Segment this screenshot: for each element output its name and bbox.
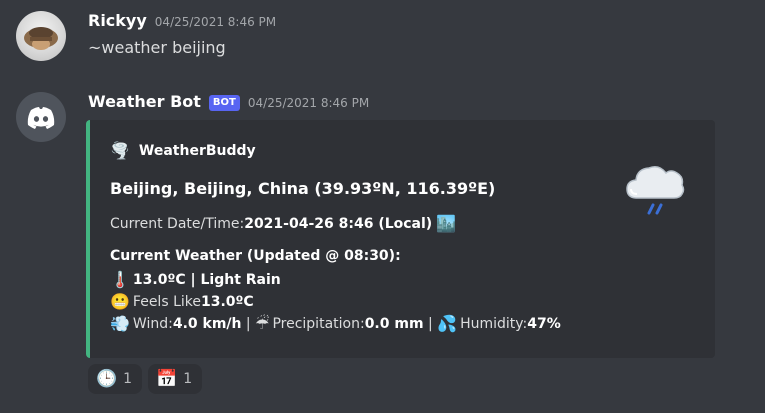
user-avatar-image xyxy=(24,27,58,50)
tornado-icon: 🌪️ xyxy=(110,141,130,160)
droplets-icon: 💦 xyxy=(437,314,458,333)
reaction-clock[interactable]: 🕒 1 xyxy=(88,364,143,394)
message-header: Rickyy 04/25/2021 8:46 PM xyxy=(88,11,276,30)
conditions-line: 💨 Wind: 4.0 km/h | ☔ Precipitation: 0.0 … xyxy=(110,314,561,333)
feels-like-line: 😬 Feels Like 13.0ºC xyxy=(110,292,254,311)
datetime-line: Current Date/Time: 2021-04-26 8:46 (Loca… xyxy=(110,214,459,233)
feels-like-value: 13.0ºC xyxy=(200,294,254,310)
rain-cloud-icon[interactable] xyxy=(623,158,687,218)
grimace-face-icon: 😬 xyxy=(110,292,130,311)
temperature-line: 🌡️ 13.0ºC | Light Rain xyxy=(110,270,281,289)
message-content: ~weather beijing xyxy=(88,38,226,57)
humidity-value: 47% xyxy=(527,316,561,332)
username[interactable]: Rickyy xyxy=(88,11,147,30)
reaction-calendar[interactable]: 📅 1 xyxy=(148,364,203,394)
embed-author-name[interactable]: WeatherBuddy xyxy=(139,143,256,159)
user-avatar[interactable] xyxy=(16,11,66,61)
temperature-condition: 13.0ºC | Light Rain xyxy=(132,272,281,288)
humidity-label: Humidity: xyxy=(460,316,528,332)
bot-avatar[interactable] xyxy=(16,92,66,142)
timestamp: 04/25/2021 8:46 PM xyxy=(154,15,277,29)
precipitation-value: 0.0 mm xyxy=(364,316,424,332)
separator: | xyxy=(241,316,256,332)
timestamp: 04/25/2021 8:46 PM xyxy=(247,96,370,110)
calendar-icon: 📅 xyxy=(156,369,178,389)
current-weather-header: Current Weather (Updated @ 08:30): xyxy=(110,248,401,264)
clock-icon: 🕒 xyxy=(96,369,118,389)
weather-embed: 🌪️ WeatherBuddy Beijing, Beijing, China … xyxy=(86,120,715,358)
wind-label: Wind: xyxy=(132,316,173,332)
chat-area: Rickyy 04/25/2021 8:46 PM ~weather beiji… xyxy=(0,0,765,413)
wind-icon: 💨 xyxy=(110,314,130,333)
reaction-count: 1 xyxy=(183,371,193,387)
thermometer-icon: 🌡️ xyxy=(110,270,130,289)
message-header: Weather Bot BOT 04/25/2021 8:46 PM xyxy=(88,92,369,113)
precipitation-label: Precipitation: xyxy=(272,316,365,332)
embed-title: Beijing, Beijing, China (39.93ºN, 116.39… xyxy=(110,179,496,198)
reaction-count: 1 xyxy=(123,371,133,387)
datetime-label: Current Date/Time: xyxy=(110,216,245,232)
embed-author: 🌪️ WeatherBuddy xyxy=(110,141,256,160)
feels-like-label: Feels Like xyxy=(132,294,201,310)
city-icon: 🏙️ xyxy=(436,214,457,233)
username[interactable]: Weather Bot xyxy=(88,92,201,111)
wind-value: 4.0 km/h xyxy=(172,316,242,332)
bot-badge: BOT xyxy=(208,95,240,111)
current-weather-header-text: Current Weather (Updated @ 08:30): xyxy=(110,248,401,264)
separator: | xyxy=(423,316,438,332)
datetime-value: 2021-04-26 8:46 (Local) xyxy=(244,216,433,232)
umbrella-icon: ☔ xyxy=(255,314,270,333)
reactions-bar: 🕒 1 📅 1 xyxy=(88,364,203,394)
discord-logo-icon xyxy=(27,107,55,129)
